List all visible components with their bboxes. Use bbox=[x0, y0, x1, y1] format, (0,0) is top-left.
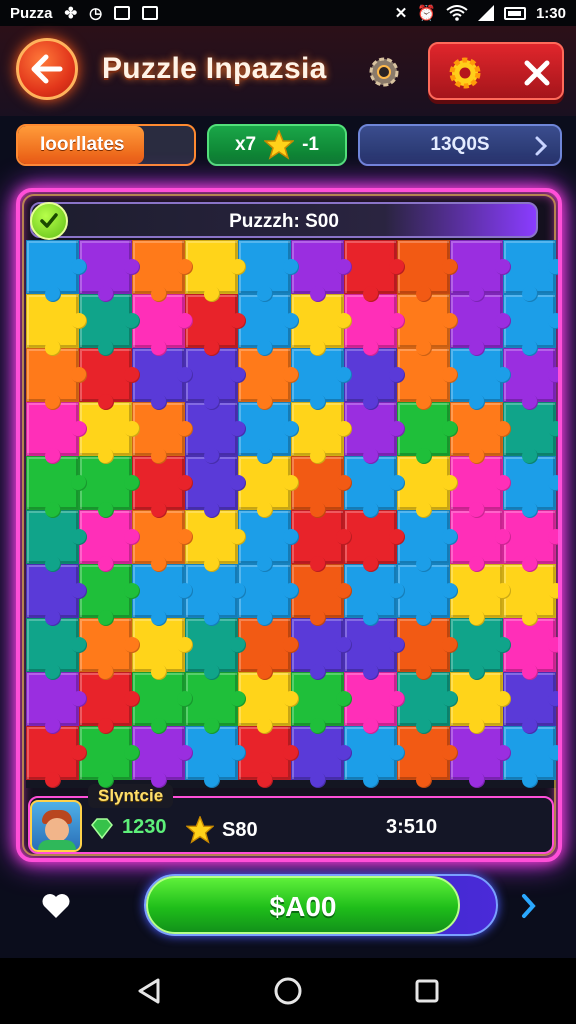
chevron-right-icon bbox=[535, 136, 548, 156]
tab-count: -1 bbox=[302, 134, 320, 155]
nav-home-button[interactable] bbox=[268, 971, 308, 1011]
heart-icon bbox=[42, 894, 70, 918]
app-icon: ✤ bbox=[64, 4, 78, 22]
tab-label: Ioorllates bbox=[40, 134, 125, 155]
clock-icon: ◷ bbox=[89, 4, 103, 22]
back-triangle-icon bbox=[138, 978, 160, 1004]
media-icon bbox=[142, 6, 159, 20]
puzzle-piece[interactable] bbox=[26, 402, 87, 464]
puzzle-progress-bar: Puzzzh: S00 bbox=[30, 202, 538, 240]
avatar-shirt bbox=[38, 840, 76, 850]
tab-templates[interactable]: Ioorllates bbox=[16, 124, 196, 166]
header-actions bbox=[428, 42, 564, 100]
player-bar: Slyntcie 1230 S80 3:510 bbox=[28, 784, 554, 854]
chevron-right-icon bbox=[522, 894, 536, 918]
next-button[interactable] bbox=[514, 888, 544, 924]
close-icon bbox=[524, 60, 550, 86]
time-stat: 3:510 bbox=[386, 816, 437, 839]
tab-stars[interactable]: x7 -1 bbox=[207, 124, 347, 166]
gem-icon bbox=[91, 817, 113, 839]
puzzle-piece[interactable] bbox=[26, 348, 87, 410]
gear-icon bbox=[369, 57, 399, 87]
buy-label: $A00 bbox=[269, 891, 337, 922]
puzzle-piece[interactable] bbox=[26, 240, 87, 302]
settings-button[interactable] bbox=[442, 50, 488, 96]
puzzle-piece[interactable] bbox=[26, 672, 87, 734]
mute-icon: ✕ bbox=[394, 4, 408, 22]
puzzle-piece[interactable] bbox=[26, 564, 87, 626]
arrow-left-icon bbox=[31, 54, 63, 84]
nav-recents-button[interactable] bbox=[407, 971, 447, 1011]
buy-button[interactable]: $A00 bbox=[144, 874, 498, 936]
avatar-face bbox=[45, 818, 69, 842]
alarm-icon: ⏰ bbox=[417, 4, 436, 22]
wifi-icon bbox=[446, 5, 468, 21]
status-bar: Puz⁠ᴢa ✤ ◷ ✕ ⏰ 1:30 bbox=[0, 0, 576, 26]
battery-icon bbox=[503, 6, 526, 20]
puzzle-piece[interactable] bbox=[26, 294, 87, 356]
tab-row: Ioorllates x7 -1 13Q0S bbox=[0, 122, 576, 168]
puzzle-piece[interactable] bbox=[26, 456, 87, 518]
page-title: Puzzle Inpazsia bbox=[102, 52, 327, 85]
puzzle-board[interactable] bbox=[26, 240, 558, 788]
puzzle-piece[interactable] bbox=[26, 510, 87, 572]
nav-bar bbox=[0, 958, 576, 1024]
photo-icon bbox=[114, 6, 131, 20]
tab-coins[interactable]: 13Q0S bbox=[358, 124, 562, 166]
gem-stat: 1230 bbox=[90, 816, 167, 839]
star-icon bbox=[264, 130, 295, 160]
status-app-label: Puz⁠ᴢa bbox=[10, 4, 53, 22]
gear-icon bbox=[449, 57, 481, 89]
header: Puzzle Inpazsia bbox=[0, 26, 576, 116]
puzzle-panel: Puzzzh: S00 Slyntcie 1230 S80 3:510 bbox=[16, 188, 562, 862]
tab-multiplier: x7 bbox=[234, 134, 257, 155]
home-circle-icon bbox=[274, 977, 302, 1005]
back-button[interactable] bbox=[16, 38, 78, 100]
puzzle-piece[interactable] bbox=[26, 618, 87, 680]
puzzle-piece[interactable] bbox=[26, 726, 87, 788]
star-icon bbox=[186, 816, 214, 844]
timer-value: 3:510 bbox=[386, 816, 438, 838]
tab-label: 13Q0S bbox=[430, 134, 490, 155]
star-stat: S80 bbox=[186, 816, 258, 844]
favorite-button[interactable] bbox=[38, 888, 74, 924]
gem-count: 1230 bbox=[122, 816, 167, 838]
close-button[interactable] bbox=[514, 50, 560, 96]
signal-icon bbox=[477, 5, 494, 21]
puzzle-progress-label: Puzzzh: S00 bbox=[229, 211, 339, 232]
star-count: S80 bbox=[222, 818, 258, 841]
avatar[interactable] bbox=[30, 800, 82, 852]
status-time: 1:30 bbox=[535, 4, 566, 22]
nav-back-button[interactable] bbox=[129, 971, 169, 1011]
hint-button[interactable] bbox=[364, 52, 404, 92]
recents-square-icon bbox=[415, 979, 439, 1003]
